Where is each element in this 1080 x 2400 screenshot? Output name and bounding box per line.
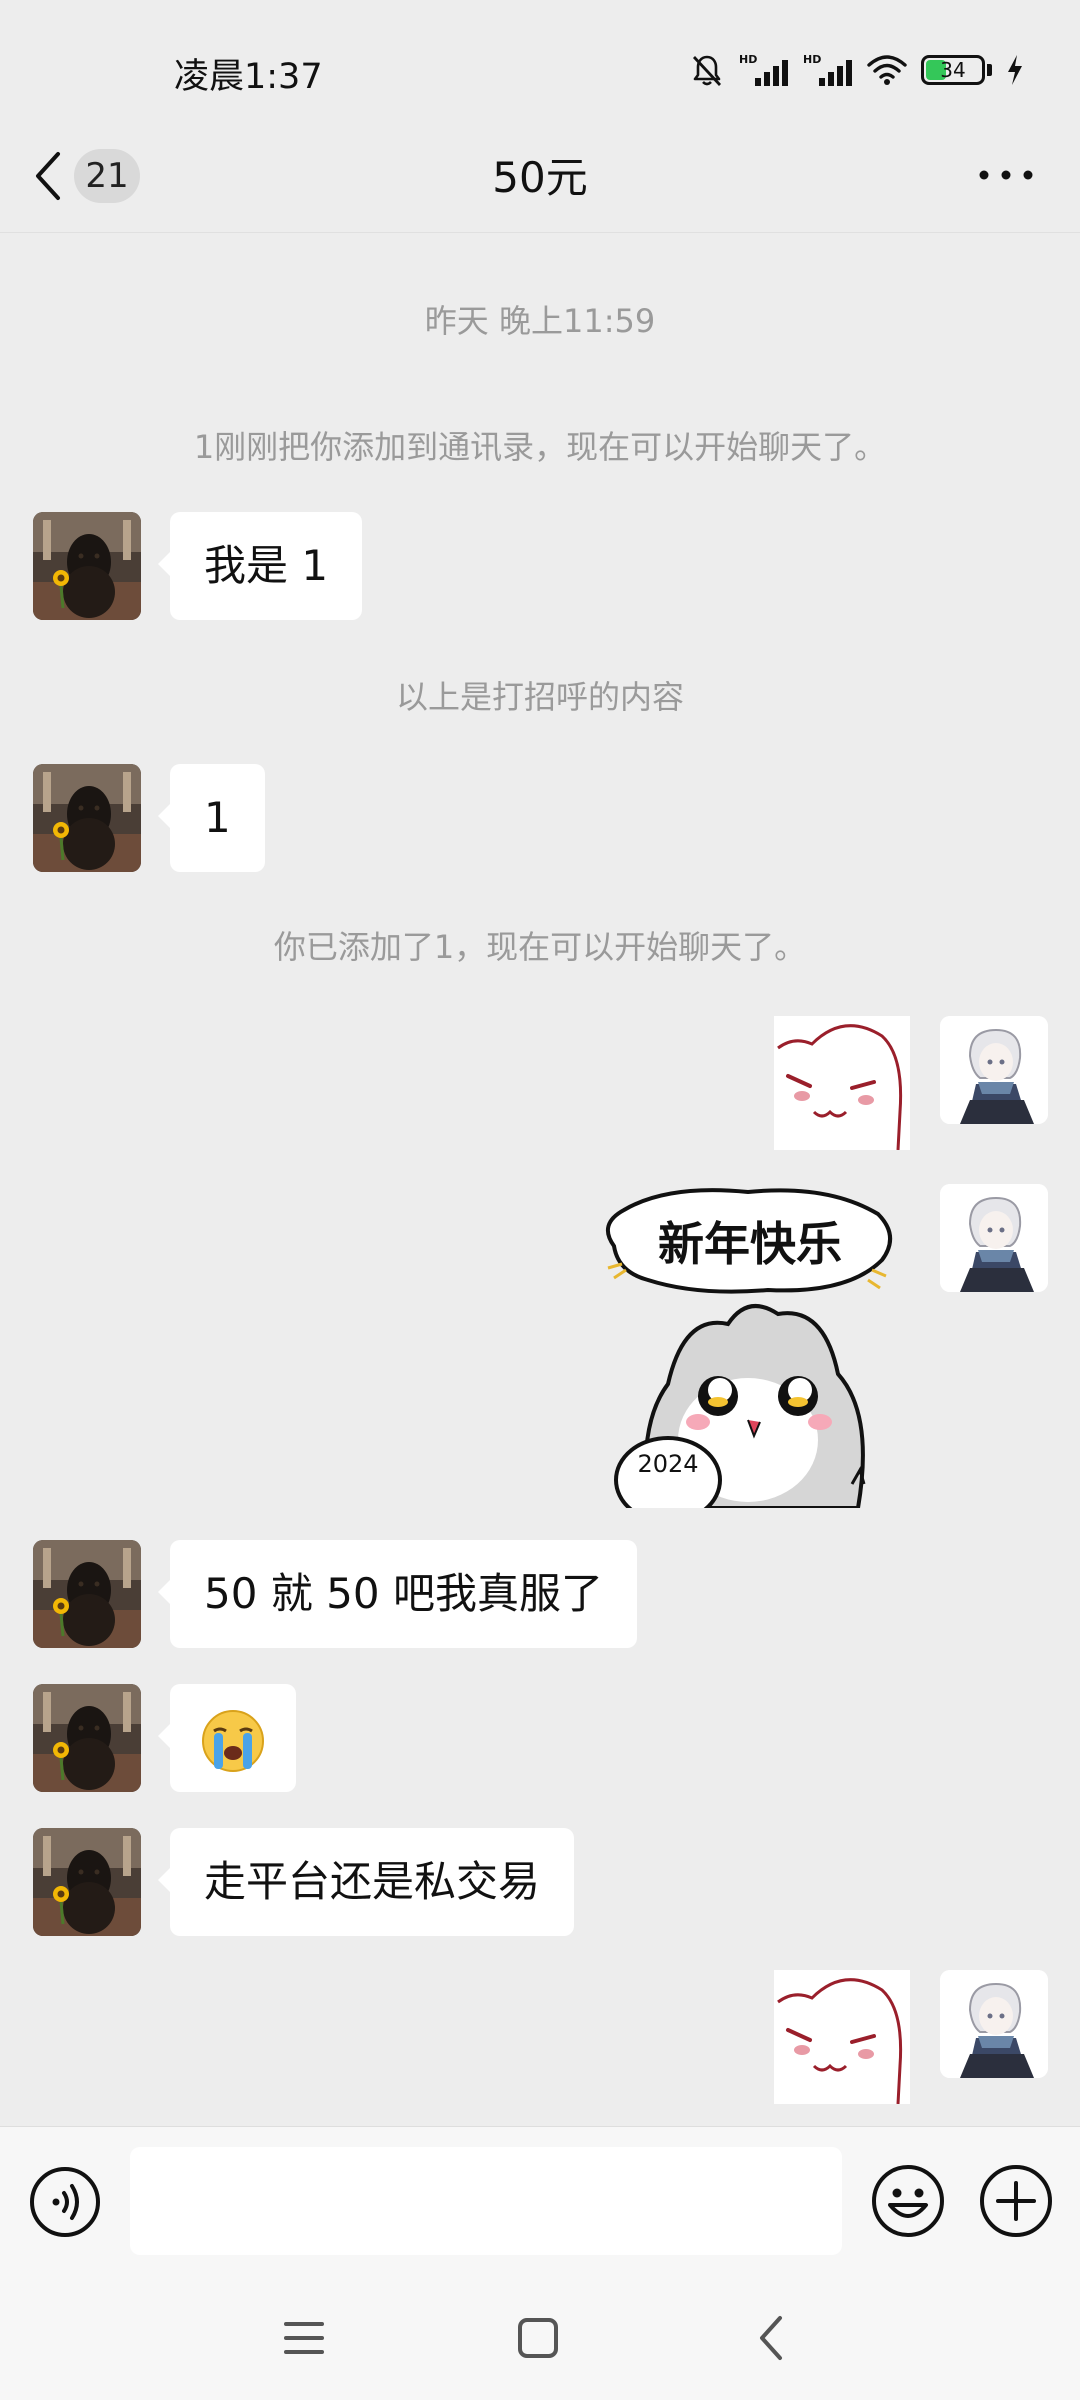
message-bubble-emoji[interactable] xyxy=(158,1684,296,1792)
cat-sticker[interactable] xyxy=(774,1970,910,2104)
nav-recents-button[interactable] xyxy=(276,2310,332,2366)
timestamp: 昨天 晚上11:59 xyxy=(424,302,656,340)
cat-sticker-image xyxy=(777,1978,903,2104)
menu-lines-icon xyxy=(284,2322,324,2354)
emoji-icon xyxy=(872,2165,944,2237)
voice-icon xyxy=(30,2167,100,2237)
dog-avatar-image xyxy=(33,512,141,620)
voice-button[interactable] xyxy=(28,2165,102,2239)
anime-avatar-image xyxy=(940,1970,1048,2078)
dog-avatar-image xyxy=(33,1540,141,1648)
bell-muted-icon xyxy=(692,55,722,86)
more-dots-icon xyxy=(979,170,1033,180)
emoji-button[interactable] xyxy=(870,2163,946,2239)
input-bar xyxy=(0,2126,1080,2271)
message-bubble-greeting[interactable]: 我是 1 xyxy=(157,512,363,620)
my-avatar[interactable] xyxy=(940,1184,1048,1292)
system-navigation-bar xyxy=(0,2270,1080,2400)
sticker-text: 新年快乐 xyxy=(658,1217,842,1271)
status-bar: 凌晨1:37 HD HD 34 xyxy=(0,0,1080,140)
battery-level: 34 xyxy=(940,58,966,82)
chat-header: 21 50元 xyxy=(0,120,1080,233)
my-avatar[interactable] xyxy=(940,1016,1048,1124)
message-bubble-platform[interactable]: 走平台还是私交易 xyxy=(157,1828,575,1936)
cellular-signal-icon: HD xyxy=(739,53,788,86)
my-avatar[interactable] xyxy=(940,1970,1048,2078)
system-message-added-you: 1刚刚把你添加到通讯录，现在可以开始聊天了。 xyxy=(193,428,887,466)
contact-avatar[interactable] xyxy=(33,764,141,872)
cat-sticker-image xyxy=(777,1024,903,1150)
cat-sticker[interactable] xyxy=(774,1016,910,1150)
battery-icon: 34 xyxy=(921,55,985,85)
nav-home-button[interactable] xyxy=(510,2310,566,2366)
signal-label-2: HD xyxy=(803,53,821,66)
nav-back-button[interactable] xyxy=(744,2310,800,2366)
rabbit-sticker-image: 新年快乐 2024 xyxy=(605,1188,892,1508)
message-input[interactable] xyxy=(130,2147,842,2255)
plus-icon xyxy=(980,2165,1052,2237)
cellular-signal-icon-2: HD xyxy=(803,53,852,86)
contact-avatar[interactable] xyxy=(33,1540,141,1648)
contact-avatar[interactable] xyxy=(33,1828,141,1936)
status-time: 凌晨1:37 xyxy=(174,57,323,97)
dog-avatar-image xyxy=(33,764,141,872)
new-year-rabbit-sticker[interactable]: 新年快乐 2024 xyxy=(588,1184,910,1508)
signal-label-1: HD xyxy=(739,53,757,66)
chat-title: 50元 xyxy=(492,153,588,202)
more-actions-button[interactable] xyxy=(978,2163,1054,2239)
charging-bolt-icon xyxy=(1008,55,1022,85)
contact-avatar[interactable] xyxy=(33,1684,141,1792)
dog-avatar-image xyxy=(33,1828,141,1936)
contact-avatar[interactable] xyxy=(33,512,141,620)
home-square-icon xyxy=(518,2318,558,2358)
nav-back-icon xyxy=(760,2316,782,2360)
system-message-greeting-note: 以上是打招呼的内容 xyxy=(395,678,684,716)
more-button[interactable] xyxy=(972,150,1040,200)
status-icons: HD HD 34 xyxy=(689,52,1024,88)
battery-tip xyxy=(987,64,992,76)
anime-avatar-image xyxy=(940,1184,1048,1292)
system-message-you-added: 你已添加了1，现在可以开始聊天了。 xyxy=(273,928,807,966)
dog-avatar-image xyxy=(33,1684,141,1792)
wifi-icon xyxy=(867,55,907,85)
message-bubble-fifty[interactable]: 50 就 50 吧我真服了 xyxy=(158,1540,637,1648)
message-bubble-one[interactable]: 1 xyxy=(158,764,265,872)
sticker-year: 2024 xyxy=(637,1450,698,1478)
anime-avatar-image xyxy=(940,1016,1048,1124)
crying-face-icon xyxy=(202,1709,264,1772)
